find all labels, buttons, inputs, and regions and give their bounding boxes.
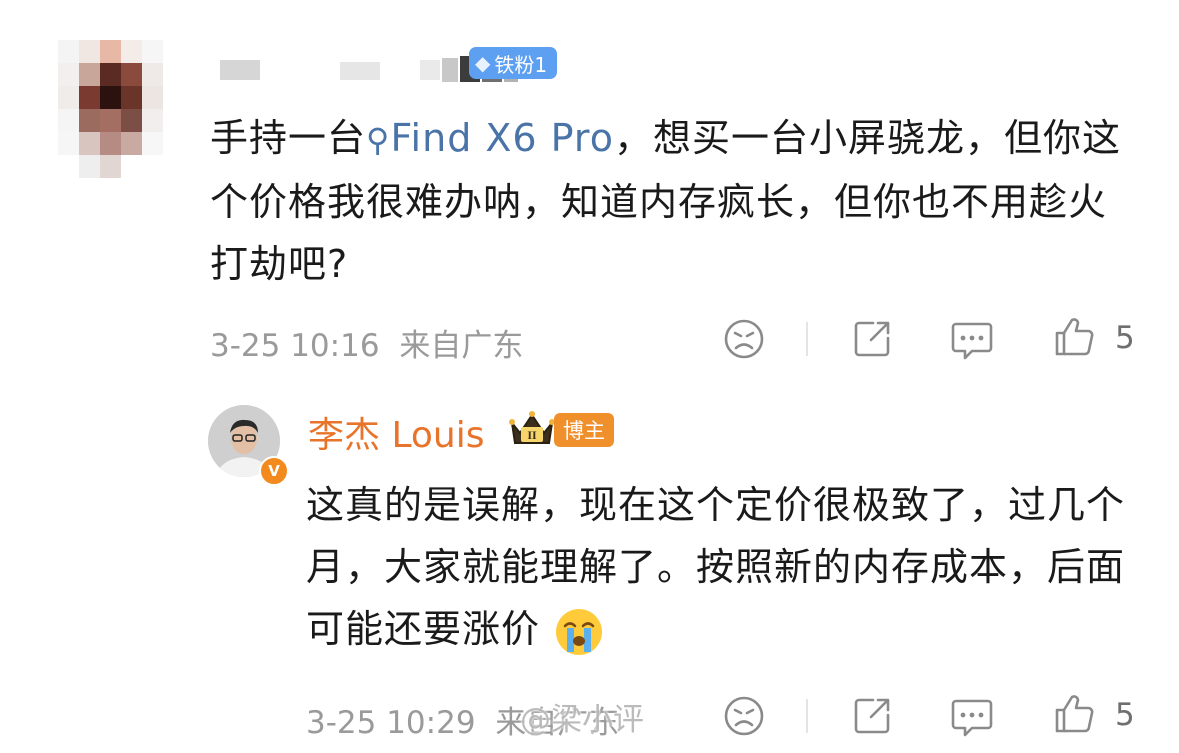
comment-icon[interactable] [950,695,994,739]
diamond-icon: ◆ [475,51,491,75]
watermark: @梁小评 [520,702,644,738]
thumbs-up-icon[interactable] [1053,693,1095,735]
crying-face-emoji [556,608,603,655]
thumbs-up-icon[interactable] [1053,316,1095,358]
fan-level-badge: ◆ 铁粉1 [469,47,558,79]
comment-icon[interactable] [950,318,994,362]
verified-badge: V [259,456,289,486]
like-count: 5 [1115,697,1135,733]
commenter-name-blurred[interactable] [220,56,680,82]
share-icon[interactable] [851,695,893,737]
comment-body: 手持一台⚲Find X6 Pro，想买一台小屏骁龙，但你这个价格我很难办呐，知道… [210,116,1121,286]
topic-link[interactable]: ⚲Find X6 Pro [366,116,614,160]
crown-icon: II [509,411,555,444]
dislike-face-icon[interactable] [723,695,765,737]
reply-author[interactable]: 李杰 Louis [308,406,484,458]
commenter-avatar[interactable] [58,40,163,178]
reply-body: 这真的是误解，现在这个定价很极致了，过几个月，大家就能理解了。按照新的内存成本，… [306,474,1126,660]
dislike-face-icon[interactable] [723,318,765,360]
share-icon[interactable] [851,318,893,360]
comment-timestamp: 3-25 10:16 [210,328,380,364]
like-count: 5 [1115,320,1135,356]
svg-text:II: II [527,428,537,442]
comment-location: 来自广东 [399,328,524,364]
comment-meta: 3-25 10:16 来自广东 [210,320,523,365]
search-icon: ⚲ [366,121,391,159]
blogger-badge: 博主 [554,413,614,447]
reply-timestamp: 3-25 10:29 [306,705,476,741]
